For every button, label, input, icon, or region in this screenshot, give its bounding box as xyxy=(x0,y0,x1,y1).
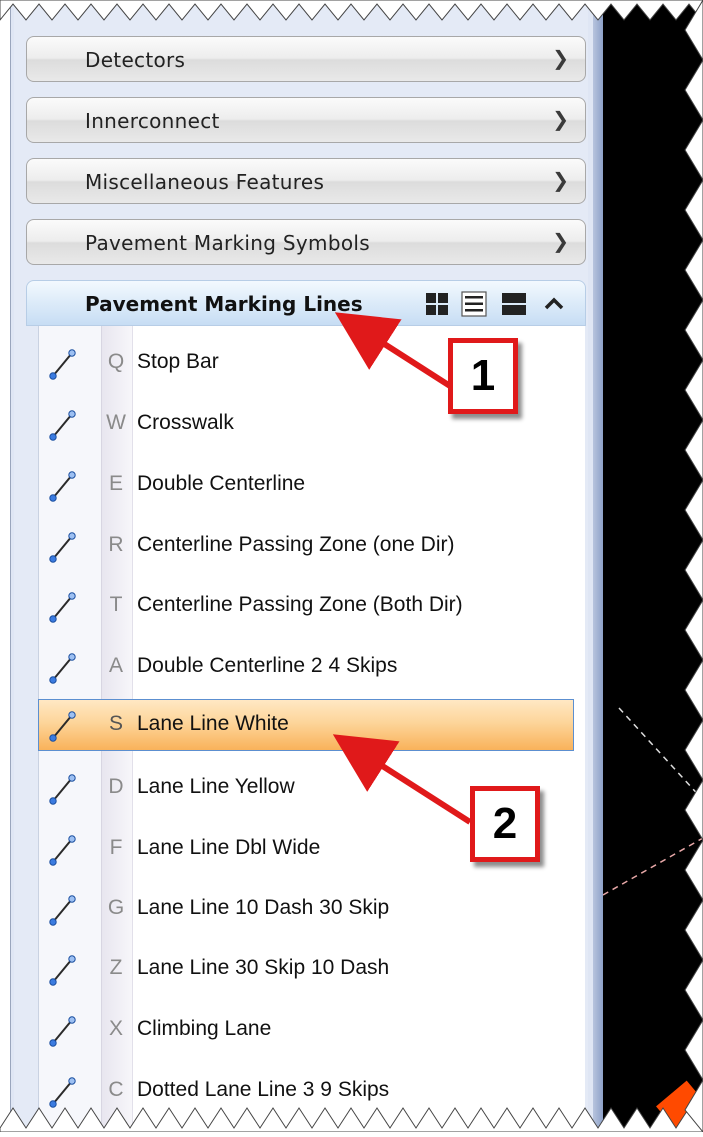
screenshot-frame: Detectors ❯ Innerconnect ❯ Miscellaneous… xyxy=(0,0,703,1132)
torn-edge-decoration xyxy=(0,0,703,1132)
